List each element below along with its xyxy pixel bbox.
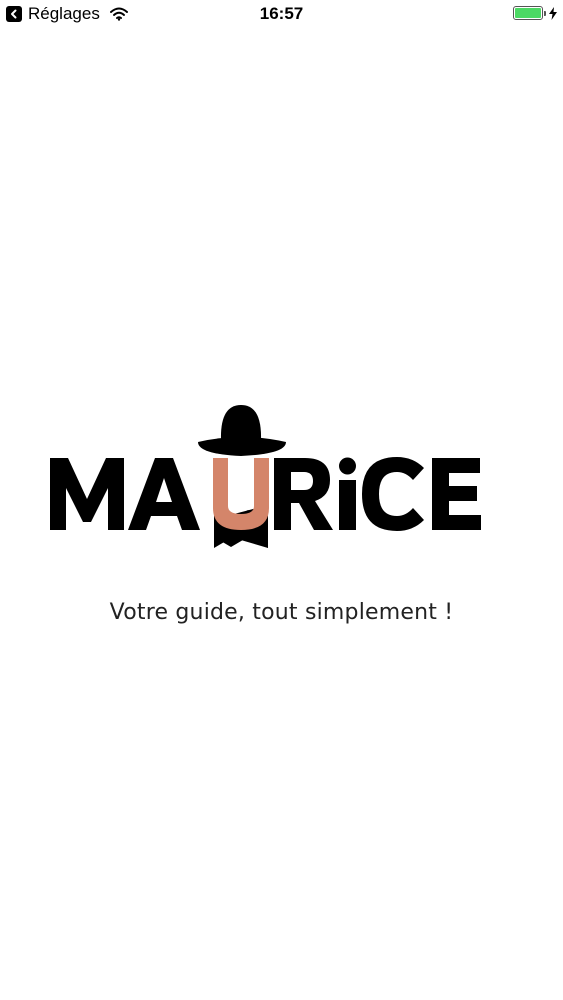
battery-icon <box>513 6 543 20</box>
logo-letter-u <box>213 458 269 530</box>
battery-fill <box>515 8 541 18</box>
battery-indicator <box>513 6 557 20</box>
tagline: Votre guide, tout simplement ! <box>109 600 454 625</box>
status-bar: Réglages 16:57 <box>0 0 563 28</box>
top-hat-icon <box>198 405 286 456</box>
battery-tip <box>544 10 546 16</box>
logo-wordmark <box>50 405 481 548</box>
charging-bolt-icon <box>549 6 557 20</box>
maurice-logo <box>50 405 481 548</box>
status-time: 16:57 <box>259 4 304 23</box>
